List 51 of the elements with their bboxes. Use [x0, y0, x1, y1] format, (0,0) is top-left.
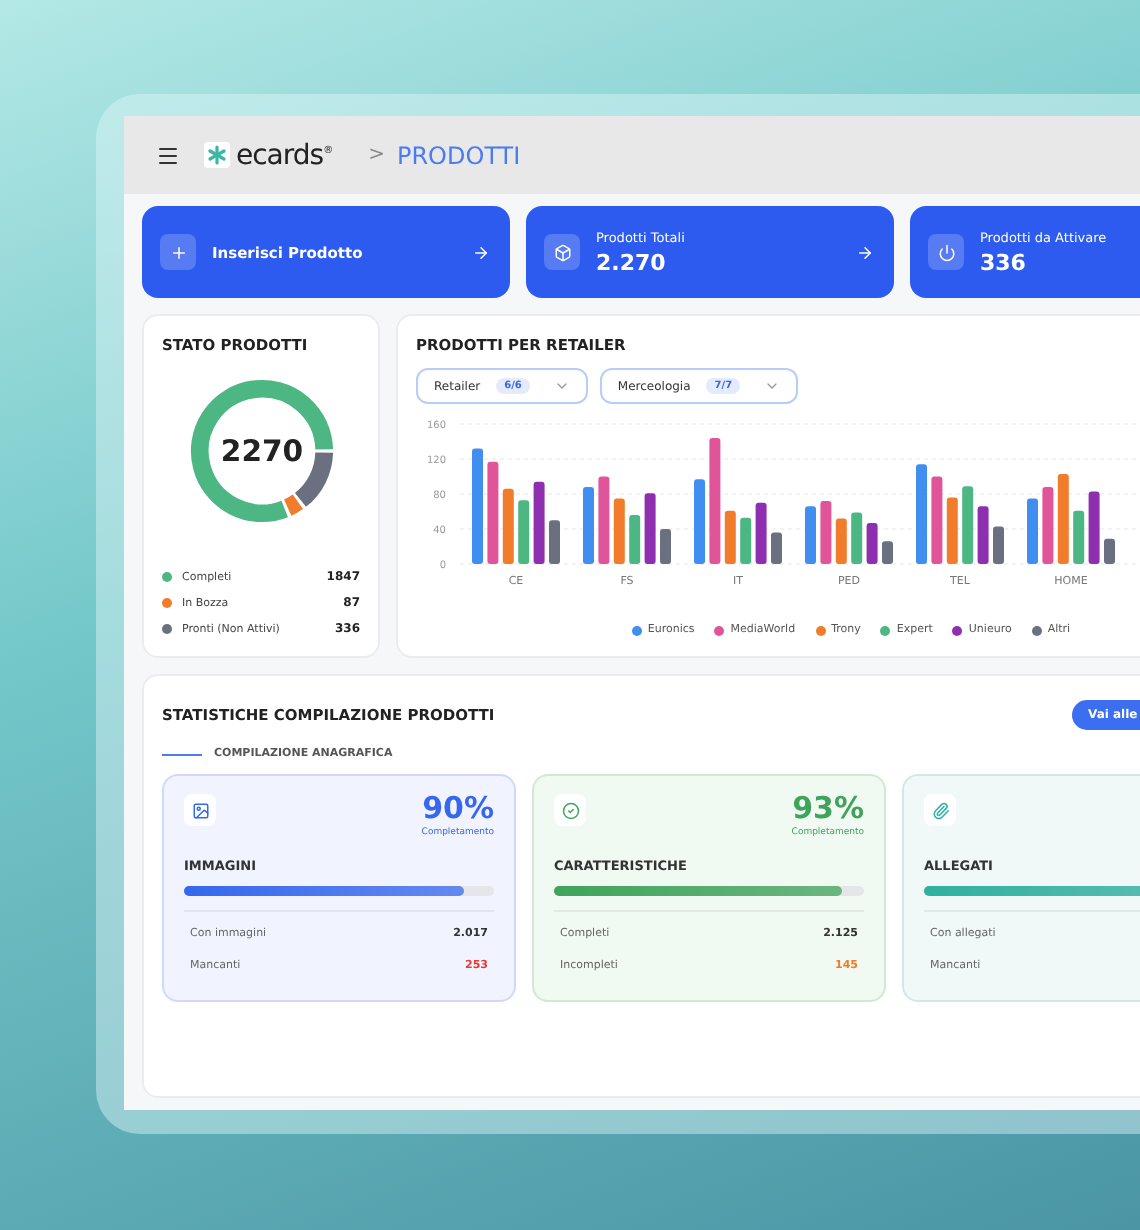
bar	[1057, 473, 1069, 564]
menu-icon[interactable]	[156, 143, 180, 167]
plus-icon	[160, 234, 196, 270]
bar	[613, 498, 625, 564]
bar	[583, 487, 594, 564]
bar	[820, 501, 832, 564]
bar	[487, 461, 499, 564]
bar	[916, 464, 927, 564]
bar	[740, 517, 752, 564]
bar	[533, 481, 545, 564]
bar	[724, 510, 736, 564]
chevron-icon	[764, 378, 781, 394]
bar	[502, 488, 514, 564]
bar	[866, 522, 878, 564]
bar	[1104, 538, 1115, 564]
bar	[882, 541, 893, 564]
bar	[755, 502, 767, 564]
bar	[644, 493, 656, 564]
percentage: 93%	[792, 794, 864, 824]
power-icon	[928, 234, 964, 270]
bar	[851, 512, 863, 564]
bar	[1027, 498, 1038, 564]
bar	[931, 476, 943, 564]
bar	[1073, 510, 1085, 564]
image-icon	[184, 794, 216, 826]
bar	[962, 486, 974, 564]
paperclip-icon	[924, 794, 956, 826]
bar	[805, 506, 816, 564]
total-count: 2270	[219, 434, 303, 469]
logo-text: ecards$^{®}$	[236, 139, 333, 171]
bar	[549, 520, 560, 564]
bar	[709, 438, 721, 564]
bar	[1042, 487, 1054, 564]
breadcrumb-separator: >	[368, 144, 385, 166]
bar	[835, 518, 847, 564]
bar	[629, 515, 641, 564]
bar	[977, 506, 989, 564]
bar	[694, 479, 705, 564]
logo-icon	[204, 142, 230, 168]
cube-icon	[544, 234, 580, 270]
bar	[660, 529, 671, 564]
percentage: 90%	[422, 794, 494, 824]
chevron-icon	[553, 378, 570, 394]
bar	[598, 476, 610, 564]
bar	[946, 497, 958, 564]
bar	[1088, 491, 1100, 564]
bar	[993, 526, 1004, 564]
breadcrumb: PRODOTTI	[396, 141, 521, 169]
bar	[518, 500, 530, 564]
bar	[472, 448, 483, 564]
bar	[771, 532, 782, 564]
